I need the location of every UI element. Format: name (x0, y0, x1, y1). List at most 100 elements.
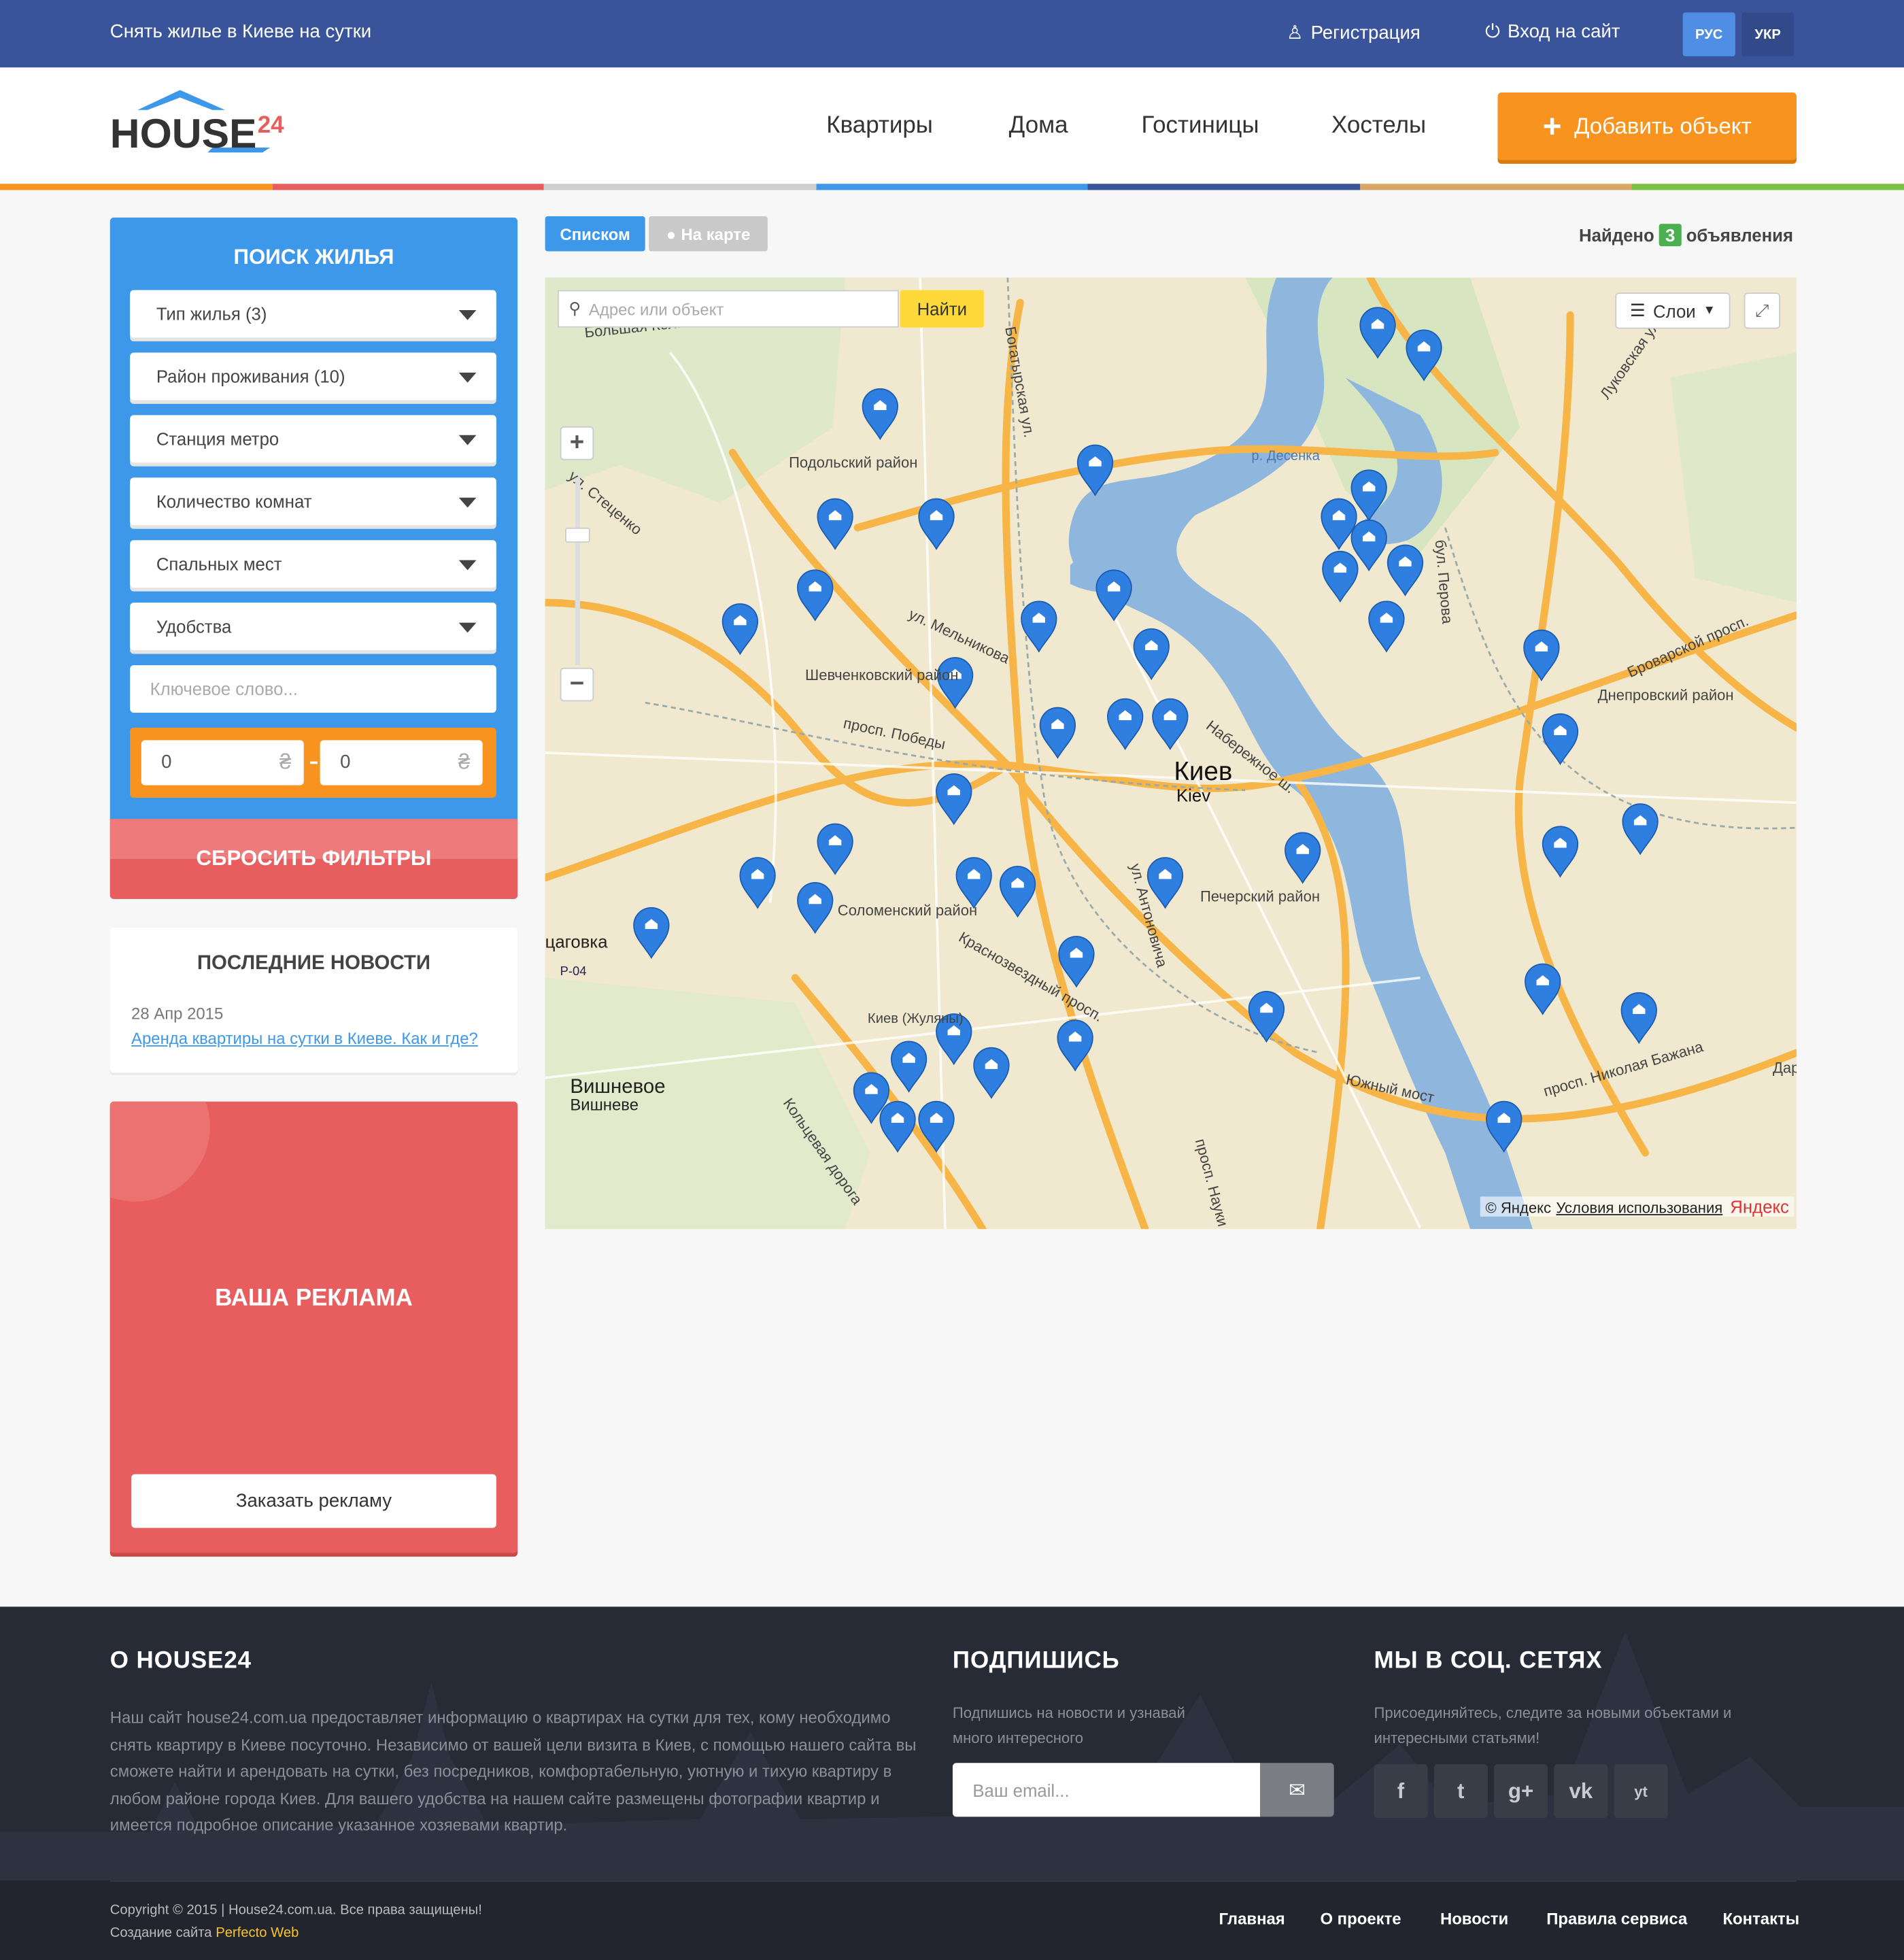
label-solomensky: Соломенский район (838, 902, 977, 919)
footer-link-home[interactable]: Главная (1219, 1909, 1285, 1928)
map[interactable]: Подольский район Шевченковский район Сол… (545, 277, 1797, 1230)
nav-hostels[interactable]: Хостелы (1331, 112, 1426, 139)
tab-list[interactable]: Списком (545, 216, 645, 252)
news-link[interactable]: Аренда квартиры на сутки в Киеве. Как и … (131, 1029, 478, 1048)
keyword-input[interactable]: Ключевое слово... (130, 665, 496, 713)
label-shevchenkovsky: Шевченковский район (805, 666, 958, 683)
map-search-input[interactable]: ⚲ Адрес или объект (557, 290, 899, 328)
found-prefix: Найдено (1579, 224, 1654, 246)
chevron-down-icon (458, 309, 477, 320)
label-podolsky: Подольский район (789, 454, 917, 471)
chevron-down-icon: ▼ (1703, 303, 1716, 318)
beds-select[interactable]: Спальных мест (130, 540, 496, 588)
subscribe-title: ПОДПИШИСЬ (952, 1648, 1120, 1674)
facebook-icon[interactable]: f (1374, 1764, 1428, 1819)
made-by-link[interactable]: Perfecto Web (216, 1925, 299, 1940)
footer-bottom: Copyright © 2015 | House24.com.ua. Все п… (0, 1880, 1904, 1960)
label-pechersky: Печерский район (1200, 888, 1320, 905)
label-dniprovsky: Днепровский район (1598, 687, 1734, 704)
rooms-select[interactable]: Количество комнат (130, 477, 496, 526)
lang-uk-button[interactable]: УКР (1741, 12, 1795, 56)
zoom-out-button[interactable]: − (560, 667, 594, 702)
map-search-placeholder: Адрес или объект (588, 300, 724, 319)
top-bar: Снять жилье в Киеве на сутки ♙ Регистраци… (0, 0, 1904, 68)
plus-icon: + (1542, 107, 1562, 145)
login-link[interactable]: ⏻ Вход на сайт (1485, 21, 1620, 42)
copyright: Copyright © 2015 | House24.com.ua. Все п… (109, 1903, 482, 1919)
search-panel: ПОИСК ЖИЛЬЯ Тип жилья (3) Район проживан… (109, 217, 518, 899)
terms-link[interactable]: Условия использования (1556, 1199, 1722, 1217)
map-copyright: © Яндекс Условия использования Яндекс (1480, 1196, 1795, 1217)
subscribe-text: Подпишись на новости и узнавай много инт… (952, 1704, 1185, 1747)
label-vyshneve: Вишневое (570, 1075, 665, 1098)
zoom-slider[interactable] (565, 477, 590, 666)
amenities-select[interactable]: Удобства (130, 603, 496, 651)
social-text: Присоединяйтесь, следите за новыми объек… (1374, 1704, 1732, 1747)
page: Снять жилье в Киеве на сутки ♙ Регистраци… (0, 0, 1904, 1960)
district-select[interactable]: Район проживания (10) (130, 352, 496, 401)
select-label: Станция метро (156, 428, 279, 450)
power-icon: ⏻ (1485, 21, 1500, 43)
layers-button[interactable]: ☰ Слои ▼ (1615, 292, 1731, 329)
results-count: Найдено 3 объявления (1579, 224, 1793, 247)
zoom-in-button[interactable]: + (560, 426, 594, 460)
zoom-handle[interactable] (565, 527, 590, 543)
ad-title: ВАША РЕКЛАМА (215, 1285, 413, 1312)
range-dash (309, 761, 318, 764)
select-label: Спальных мест (156, 554, 282, 574)
vk-icon[interactable]: vk (1554, 1764, 1608, 1819)
footer-link-about[interactable]: О проекте (1320, 1909, 1401, 1928)
housing-type-select[interactable]: Тип жилья (3) (130, 290, 496, 338)
select-label: Район проживания (10) (156, 366, 345, 387)
tab-map[interactable]: ● На карте (649, 216, 768, 252)
map-find-button[interactable]: Найти (900, 290, 984, 328)
fullscreen-icon[interactable]: ⤢ (1744, 292, 1781, 329)
tagline: Снять жилье в Киеве на сутки (109, 21, 372, 43)
yandex-logo: Яндекс (1730, 1196, 1789, 1217)
lang-ru-button[interactable]: РУС (1682, 12, 1735, 56)
email-input[interactable]: Ваш email... (952, 1763, 1261, 1817)
reset-filters-button[interactable]: СБРОСИТЬ ФИЛЬТРЫ (109, 819, 518, 899)
select-label: Количество комнат (156, 491, 312, 511)
price-range: 0 ₴ 0 ₴ (130, 728, 496, 798)
layers-icon: ☰ (1629, 300, 1646, 320)
order-ad-button[interactable]: Заказать рекламу (131, 1474, 496, 1528)
register-label: Регистрация (1310, 22, 1421, 44)
map-canvas[interactable]: Подольский район Шевченковский район Сол… (545, 277, 1797, 1230)
nav-houses[interactable]: Дома (1009, 112, 1068, 139)
color-stripes (0, 184, 1904, 190)
found-count-badge: 3 (1659, 224, 1682, 247)
footer-link-rules[interactable]: Правила сервиса (1546, 1909, 1687, 1928)
add-object-button[interactable]: + Добавить объект (1497, 92, 1797, 160)
google-plus-icon[interactable]: g+ (1494, 1764, 1548, 1819)
nav-apartments[interactable]: Квартиры (826, 112, 933, 139)
footer-link-news[interactable]: Новости (1440, 1909, 1508, 1928)
city-label-en: Kiev (1176, 786, 1210, 805)
city-label: Киев (1174, 757, 1232, 786)
price-to-input[interactable]: 0 ₴ (320, 740, 483, 785)
label-route: Р-04 (560, 964, 587, 978)
decor-circle (109, 1101, 210, 1202)
footer-link-contacts[interactable]: Контакты (1722, 1909, 1799, 1928)
label-zhuliany: Киев (Жуляны) (868, 1011, 964, 1026)
nav-hotels[interactable]: Гостиницы (1142, 112, 1259, 139)
footer: О HOUSE24 Наш сайт house24.com.ua предос… (0, 1606, 1904, 1960)
price-from-input[interactable]: 0 ₴ (141, 740, 304, 785)
reset-label: СБРОСИТЬ ФИЛЬТРЫ (196, 846, 432, 871)
chevron-down-icon (458, 435, 477, 445)
twitter-icon[interactable]: t (1433, 1764, 1488, 1819)
label-dar: Дар (1773, 1059, 1797, 1076)
youtube-icon[interactable]: yt (1614, 1764, 1668, 1819)
subscribe-button[interactable]: ✉ (1260, 1763, 1334, 1817)
price-to-value: 0 (340, 751, 351, 773)
chevron-down-icon (458, 560, 477, 571)
label-edge-town: цаговка (545, 933, 609, 952)
chevron-down-icon (458, 497, 477, 508)
about-title: О HOUSE24 (109, 1648, 252, 1674)
svg-text:HOUSE: HOUSE (110, 110, 257, 156)
user-icon: ♙ (1286, 22, 1304, 44)
divider (109, 1880, 1797, 1882)
metro-select[interactable]: Станция метро (130, 415, 496, 463)
logo[interactable]: HOUSE 24 (110, 88, 298, 163)
register-link[interactable]: ♙ Регистрация (1287, 21, 1421, 44)
